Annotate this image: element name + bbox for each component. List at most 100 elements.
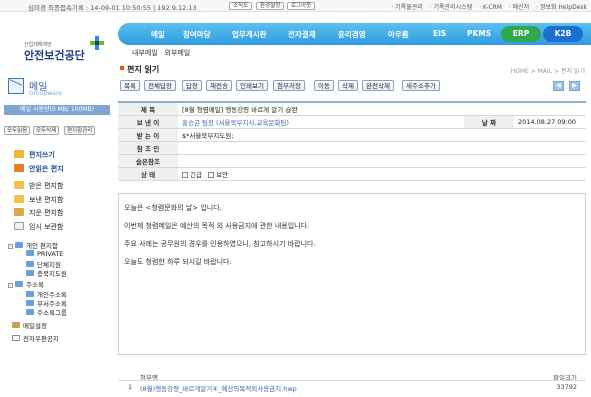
manage-mailboxes-button[interactable]: 편지함관리 [64, 126, 96, 135]
reply-button[interactable]: 답장 [182, 80, 202, 91]
breadcrumb: HOME > MAIL > 편지 읽기 [510, 68, 585, 75]
sidebar-item-mail-settings[interactable]: 메일설정 [12, 320, 47, 330]
trash-icon [14, 208, 24, 216]
body-line: 주요 사례는 공무원의 경우를 인용하였으니, 참고하시기 바랍니다. [124, 240, 316, 248]
bcc-label: 숨은참조 [118, 154, 178, 168]
folder-icon [26, 270, 34, 276]
collapse-icon[interactable]: - [8, 244, 13, 250]
folder-icon [26, 291, 34, 297]
org-chart-button[interactable]: 조직도 [229, 2, 253, 10]
reply-all-button[interactable]: 전체답장 [144, 80, 176, 91]
attachment-divider [118, 380, 586, 381]
cc-row: 참 조 인 [118, 141, 586, 155]
nav-bulletin[interactable]: 업무게시판 [232, 29, 267, 40]
add-address-button[interactable]: 새주소추가 [402, 80, 440, 91]
top-strip: 심미경 최종접속기록 : 14-09-01 10:50:55 | 192.9.1… [0, 0, 591, 12]
records-system-link[interactable]: · 기록관리시스템 [430, 4, 472, 11]
mark-all-read-button[interactable]: 모두읽음 [4, 126, 31, 135]
title-bullet-icon [120, 66, 124, 70]
save-attachments-button[interactable]: 첨부저장 [273, 80, 305, 91]
subnav-internal-mail[interactable]: 내부메일 [132, 49, 158, 57]
status-label: 상 태 [118, 167, 178, 181]
settings-button[interactable]: 환경설정 [256, 2, 285, 10]
attachment-file-link[interactable]: (8월)행동강령_바르게알기④_예산의목적외사용금지.hwp [140, 383, 297, 393]
sender-value[interactable]: 홍승곤 팀장 (서울북부지사,교육문화팀) [178, 115, 464, 129]
top-links: · 기록물관리 · 기록관리시스템 · K-CRM · 메신저 · 정보화 He… [386, 2, 587, 11]
records-link[interactable]: · 기록물관리 [391, 4, 422, 11]
sidebar-item-drafts[interactable]: 임시 보관함 [14, 222, 63, 232]
messenger-link[interactable]: · 메신저 [509, 4, 529, 11]
attachment-index: 1 [128, 383, 133, 391]
status-value: 긴급 보안 [178, 167, 586, 181]
subnav-external-mail[interactable]: 외부메일 [164, 49, 190, 57]
folder-icon [15, 242, 23, 248]
next-mail-arrow-icon[interactable]: ▶ [569, 81, 580, 91]
draft-icon [14, 222, 24, 230]
sub-nav: 내부메일 외부메일 [132, 48, 190, 58]
recipient-row: 받 는 이 $*서울북부지도원; [118, 128, 586, 142]
subject-value: [8월 청렴메일] 행동강령 바르게 알기 @뫈 [178, 102, 586, 116]
folder-icon [26, 250, 34, 256]
collapse-icon[interactable]: - [8, 283, 13, 289]
sidebar-item-sent[interactable]: 보낸 편지함 [14, 195, 63, 205]
status-row: 상 태 긴급 보안 [118, 167, 586, 181]
logo-area[interactable]: 산업재해예방 안전보건공단 나누리 Groupware [0, 12, 118, 73]
date-value: 2014.08.27 09:00 [514, 115, 586, 129]
tree-personal-mailboxes[interactable]: - 개인 편지함 [8, 240, 58, 250]
nav-mail[interactable]: 메일 [151, 29, 165, 40]
recipient-label: 받 는 이 [118, 128, 178, 142]
folder-icon [26, 309, 34, 315]
resend-button[interactable]: 재전송 [206, 80, 232, 91]
prev-mail-arrow-icon[interactable]: ◀ [553, 81, 564, 91]
sidebar-item-unread[interactable]: 안읽은 편지 [14, 164, 64, 174]
subject-label: 제 목 [118, 102, 178, 116]
secure-label: 보안 [216, 170, 229, 179]
kcrm-link[interactable]: · K-CRM [479, 4, 502, 11]
delete-button[interactable]: 삭제 [338, 80, 358, 91]
move-button[interactable]: 이동 [314, 80, 334, 91]
delete-all-button[interactable]: 모두삭제 [33, 126, 60, 135]
envelope-unread-icon [14, 164, 24, 172]
sidebar-item-mail-notice[interactable]: 전자우편공지 [12, 333, 59, 343]
sender-label: 보 낸 이 [118, 115, 178, 129]
logo-name: 안전보건공단 [24, 49, 85, 62]
inbox-icon [14, 181, 24, 189]
permanent-delete-button[interactable]: 완전삭제 [362, 80, 394, 91]
nav-aurum[interactable]: 아우름 [388, 29, 409, 40]
print-view-button[interactable]: 인쇄보기 [236, 80, 268, 91]
date-label: 날 짜 [464, 115, 514, 129]
sidebar-item-inbox[interactable]: 받은 편지함 [14, 181, 63, 191]
notice-icon [12, 335, 20, 341]
nav-approval[interactable]: 전자결재 [288, 29, 316, 40]
tree-item-chungbuk[interactable]: 충북지도원 [26, 268, 67, 278]
body-line: 오늘도 청렴한 하루 되시길 바랍니다. [124, 258, 232, 266]
list-button[interactable]: 목록 [120, 80, 140, 91]
cc-value [178, 141, 586, 155]
logout-button[interactable]: 로그아웃 [287, 2, 316, 10]
secure-checkbox[interactable] [208, 171, 215, 178]
attachment-size: 33792 [556, 383, 577, 391]
nav-erp[interactable]: ERP [501, 26, 541, 42]
bcc-row: 숨은참조 [118, 154, 586, 168]
sidebar-item-compose[interactable]: 편지쓰기 [14, 150, 55, 160]
settings-icon [12, 322, 20, 328]
nav-pkms[interactable]: PKMS [467, 29, 491, 38]
sidebar-subtitle: Groupware [29, 90, 62, 97]
tree-address-book[interactable]: - 주소록 [8, 279, 44, 289]
page-title: 편지 읽기 [120, 64, 159, 75]
folder-icon [26, 300, 34, 306]
main-nav: 메일 참여마당 업무게시판 전자결재 윤리경영 아우름 EIS PKMS ERP… [118, 23, 591, 45]
nav-ethics[interactable]: 윤리경영 [338, 29, 366, 40]
tree-item-private[interactable]: PRIVATE [26, 250, 63, 258]
nav-eis[interactable]: EIS [433, 29, 446, 38]
nav-participation[interactable]: 참여마당 [183, 29, 211, 40]
last-login-info: 심미경 최종접속기록 : 14-09-01 10:50:55 | 192.9.1… [28, 4, 197, 12]
tree-item-address-group[interactable]: 주소록그룹 [26, 307, 67, 317]
nav-k2b[interactable]: K2B [543, 26, 583, 42]
pencil-icon [14, 150, 24, 158]
sent-icon [14, 195, 24, 203]
folder-icon [26, 261, 34, 267]
sidebar-item-trash[interactable]: 지운 편지함 [14, 208, 63, 218]
urgent-checkbox[interactable] [182, 171, 188, 178]
helpdesk-link[interactable]: · 정보화 HelpDesk [536, 4, 587, 11]
